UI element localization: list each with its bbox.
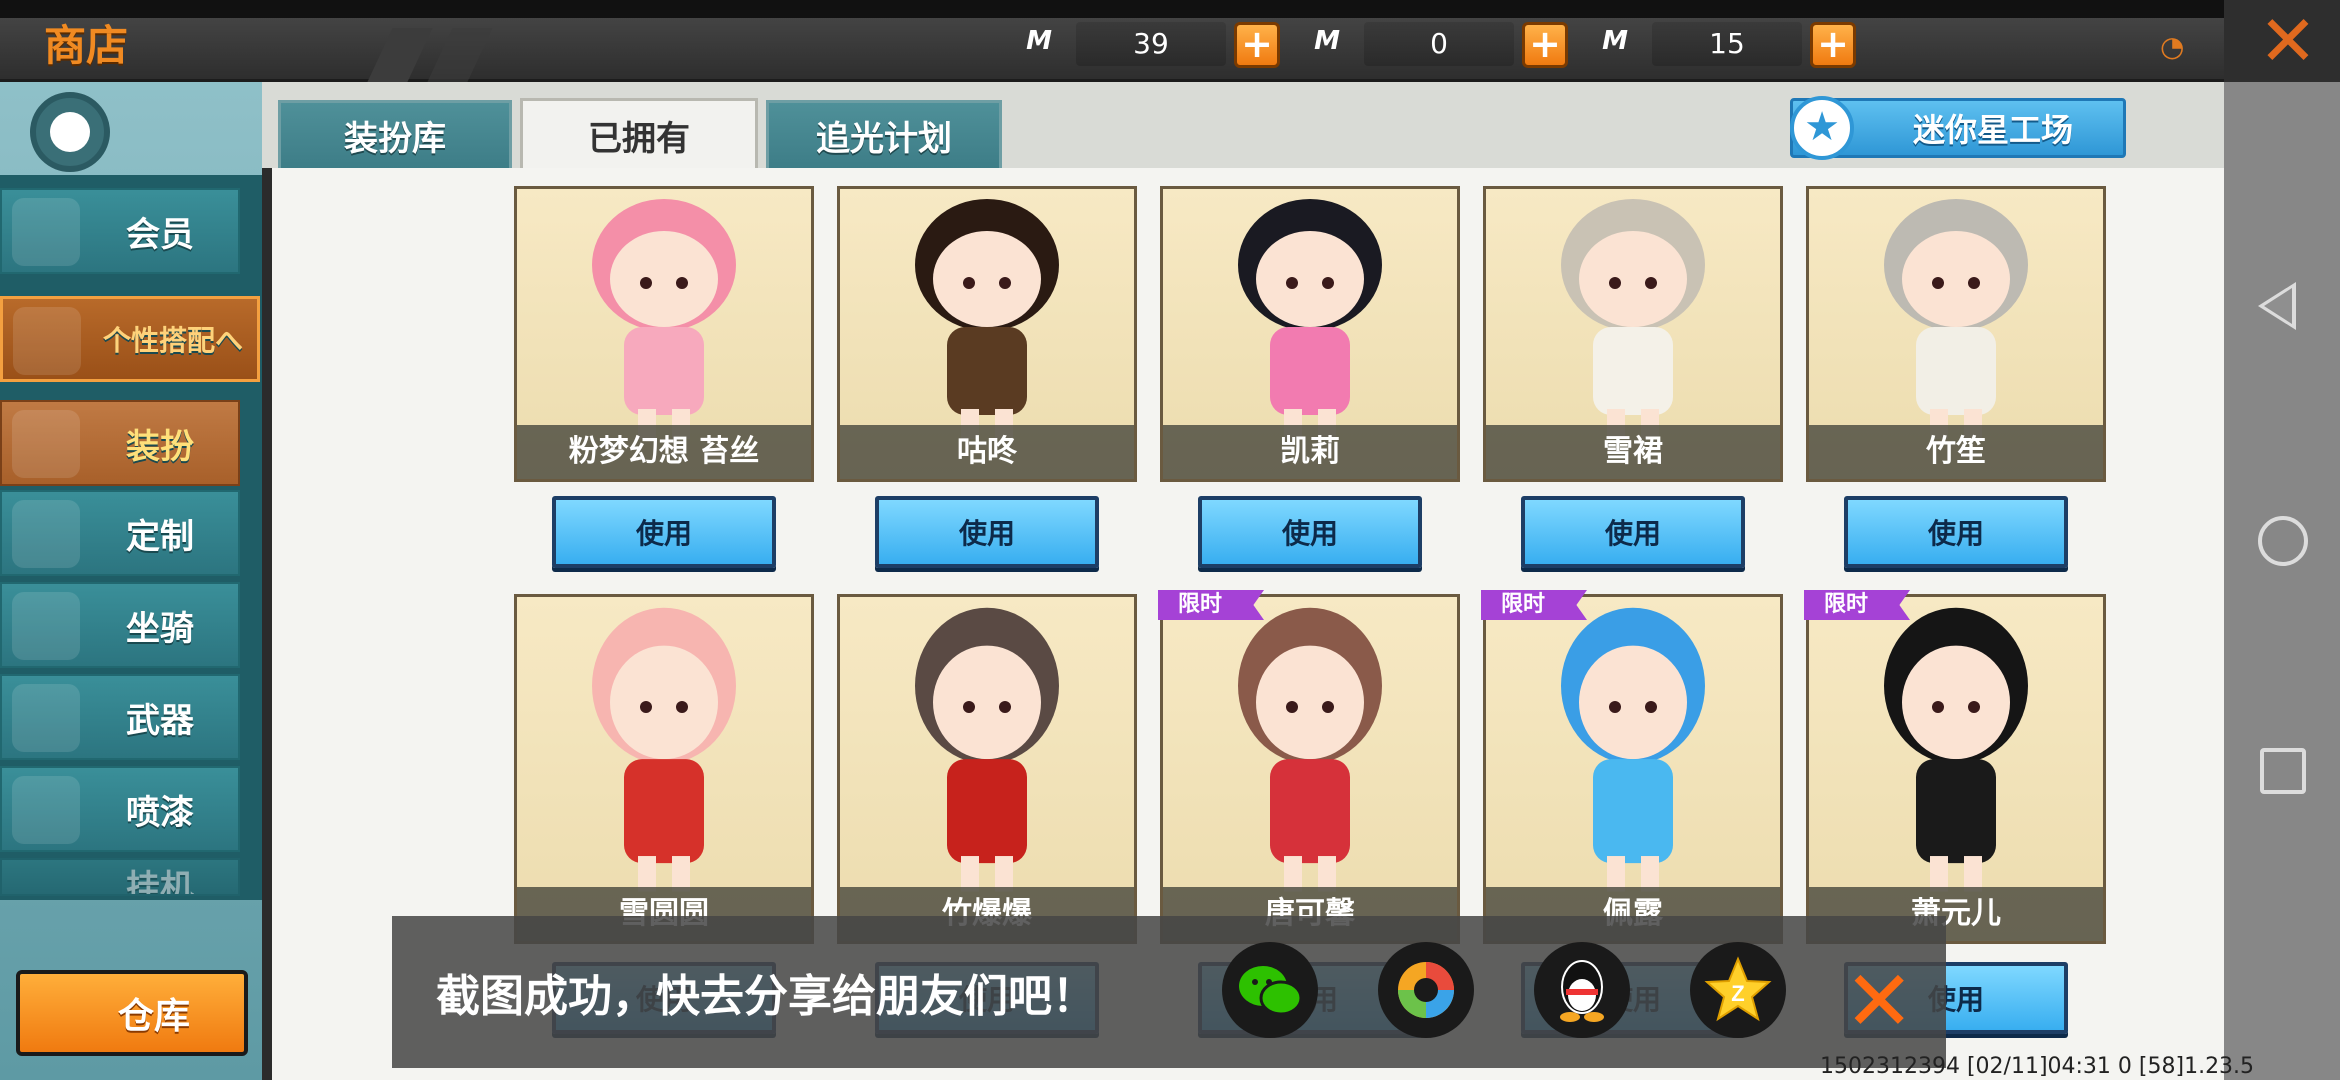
toggle-knob bbox=[50, 112, 90, 152]
limited-time-badge: 限时 bbox=[1481, 590, 1587, 620]
gold-m-coin-icon: M bbox=[1314, 26, 1340, 56]
dismiss-toast-icon[interactable]: ✕ bbox=[1844, 952, 1914, 1050]
sidebar-item-label: 会员 bbox=[126, 214, 194, 255]
item-card[interactable]: 佩露 bbox=[1483, 594, 1783, 944]
currency-value: 0 bbox=[1364, 22, 1514, 66]
add-currency-button[interactable]: + bbox=[1234, 22, 1280, 68]
item-card[interactable]: 凯莉 bbox=[1160, 186, 1460, 482]
svg-text:Z: Z bbox=[1731, 981, 1744, 1006]
character-figure bbox=[1561, 199, 1705, 439]
sidebar-item-spray[interactable]: 喷漆 bbox=[0, 766, 240, 852]
sidebar-item-idle[interactable]: 挂机 bbox=[0, 858, 240, 896]
warehouse-button[interactable]: 仓库 bbox=[16, 970, 248, 1056]
back-icon-inner bbox=[2264, 288, 2292, 324]
use-button[interactable]: 使用 bbox=[875, 496, 1099, 568]
toast-message: 截图成功，快去分享给朋友们吧！ bbox=[436, 971, 1096, 1022]
character-figure bbox=[915, 199, 1059, 439]
spray-can-icon bbox=[12, 776, 80, 844]
pencil-icon bbox=[12, 500, 80, 568]
tab-owned[interactable]: 已拥有 bbox=[520, 98, 758, 170]
currency-value: 15 bbox=[1652, 22, 1802, 66]
sidebar-item-vip[interactable]: 会员 bbox=[0, 188, 240, 274]
item-card[interactable]: 雪裙 bbox=[1483, 186, 1783, 482]
item-card[interactable]: 粉梦幻想 苔丝 bbox=[514, 186, 814, 482]
character-figure bbox=[1884, 199, 2028, 439]
add-currency-button[interactable]: + bbox=[1810, 22, 1856, 68]
green-m-coin-icon: M bbox=[1026, 26, 1052, 56]
currency-value: 39 bbox=[1076, 22, 1226, 66]
tab-chase-light[interactable]: 追光计划 bbox=[766, 100, 1002, 168]
sidebar-item-outfit[interactable]: 装扮 bbox=[0, 400, 240, 486]
item-name: 竹笙 bbox=[1809, 425, 2103, 479]
item-card[interactable]: 唐可馨 bbox=[1160, 594, 1460, 944]
feed-icon[interactable]: ◔ bbox=[2160, 30, 2184, 63]
sidebar-category-style[interactable]: 个性搭配へ bbox=[0, 296, 260, 382]
item-card[interactable]: 萧元儿 bbox=[1806, 594, 2106, 944]
sidebar-item-label: 挂机 bbox=[126, 868, 194, 896]
qq-icon bbox=[1560, 960, 1604, 1022]
qq-share-button[interactable] bbox=[1534, 942, 1630, 1038]
add-currency-button[interactable]: + bbox=[1522, 22, 1568, 68]
use-button[interactable]: 使用 bbox=[1198, 496, 1422, 568]
blue-m-coin-icon: M bbox=[1602, 26, 1628, 56]
sidebar-item-custom[interactable]: 定制 bbox=[0, 490, 240, 576]
item-card[interactable]: 竹爆爆 bbox=[837, 594, 1137, 944]
sidebar-item-weapon[interactable]: 武器 bbox=[0, 674, 240, 760]
recent-apps-icon[interactable] bbox=[2260, 748, 2306, 794]
star-icon: ★ bbox=[1790, 96, 1854, 160]
revolver-icon bbox=[12, 684, 80, 752]
wechat-icon bbox=[1239, 966, 1303, 1016]
character-figure bbox=[915, 607, 1059, 892]
sidebar-item-label: 武器 bbox=[126, 700, 194, 741]
limited-time-badge: 限时 bbox=[1804, 590, 1910, 620]
vip-icon bbox=[12, 198, 80, 266]
moments-icon bbox=[1398, 962, 1454, 1018]
trophy-icon bbox=[13, 307, 81, 375]
qzone-share-button[interactable]: Z bbox=[1690, 942, 1786, 1038]
page-title: 商店 bbox=[44, 21, 129, 70]
sidebar-item-label: 定制 bbox=[126, 516, 194, 557]
use-button[interactable]: 使用 bbox=[1844, 496, 2068, 568]
item-name: 咕咚 bbox=[840, 425, 1134, 479]
home-icon[interactable] bbox=[2258, 516, 2308, 566]
character-figure bbox=[1238, 607, 1382, 892]
tab-wardrobe[interactable]: 装扮库 bbox=[278, 100, 512, 168]
character-figure bbox=[592, 199, 736, 439]
character-figure bbox=[1884, 607, 2028, 892]
character-figure bbox=[592, 607, 736, 892]
item-name: 粉梦幻想 苔丝 bbox=[517, 425, 811, 479]
sidebar-item-label: 装扮 bbox=[126, 426, 194, 467]
use-button[interactable]: 使用 bbox=[552, 496, 776, 568]
item-name: 雪裙 bbox=[1486, 425, 1780, 479]
character-figure bbox=[1238, 199, 1382, 439]
item-name: 凯莉 bbox=[1163, 425, 1457, 479]
moments-share-button[interactable] bbox=[1378, 942, 1474, 1038]
use-button[interactable]: 使用 bbox=[1521, 496, 1745, 568]
wechat-share-button[interactable] bbox=[1222, 942, 1318, 1038]
qzone-icon: Z bbox=[1704, 956, 1772, 1022]
sidebar-item-mount[interactable]: 坐骑 bbox=[0, 582, 240, 668]
sidebar-item-label: 坐骑 bbox=[126, 608, 194, 649]
sidebar-item-label: 个性搭配へ bbox=[102, 324, 243, 357]
item-card[interactable]: 雪圆圆 bbox=[514, 594, 814, 944]
item-card[interactable]: 咕咚 bbox=[837, 186, 1137, 482]
mount-icon bbox=[12, 592, 80, 660]
shirt-icon bbox=[12, 410, 80, 478]
character-figure bbox=[1561, 607, 1705, 892]
sidebar-item-label: 喷漆 bbox=[126, 792, 194, 833]
build-info: 1502312394 [02/11]04:31 0 [58]1.23.5 bbox=[1820, 1054, 2255, 1079]
limited-time-badge: 限时 bbox=[1158, 590, 1264, 620]
status-strip bbox=[0, 0, 2224, 18]
close-shop-button[interactable]: ✕ bbox=[2236, 0, 2340, 82]
screen: { "header": {"title": "商店"}, "currencies… bbox=[0, 0, 2340, 1080]
item-card[interactable]: 竹笙 bbox=[1806, 186, 2106, 482]
